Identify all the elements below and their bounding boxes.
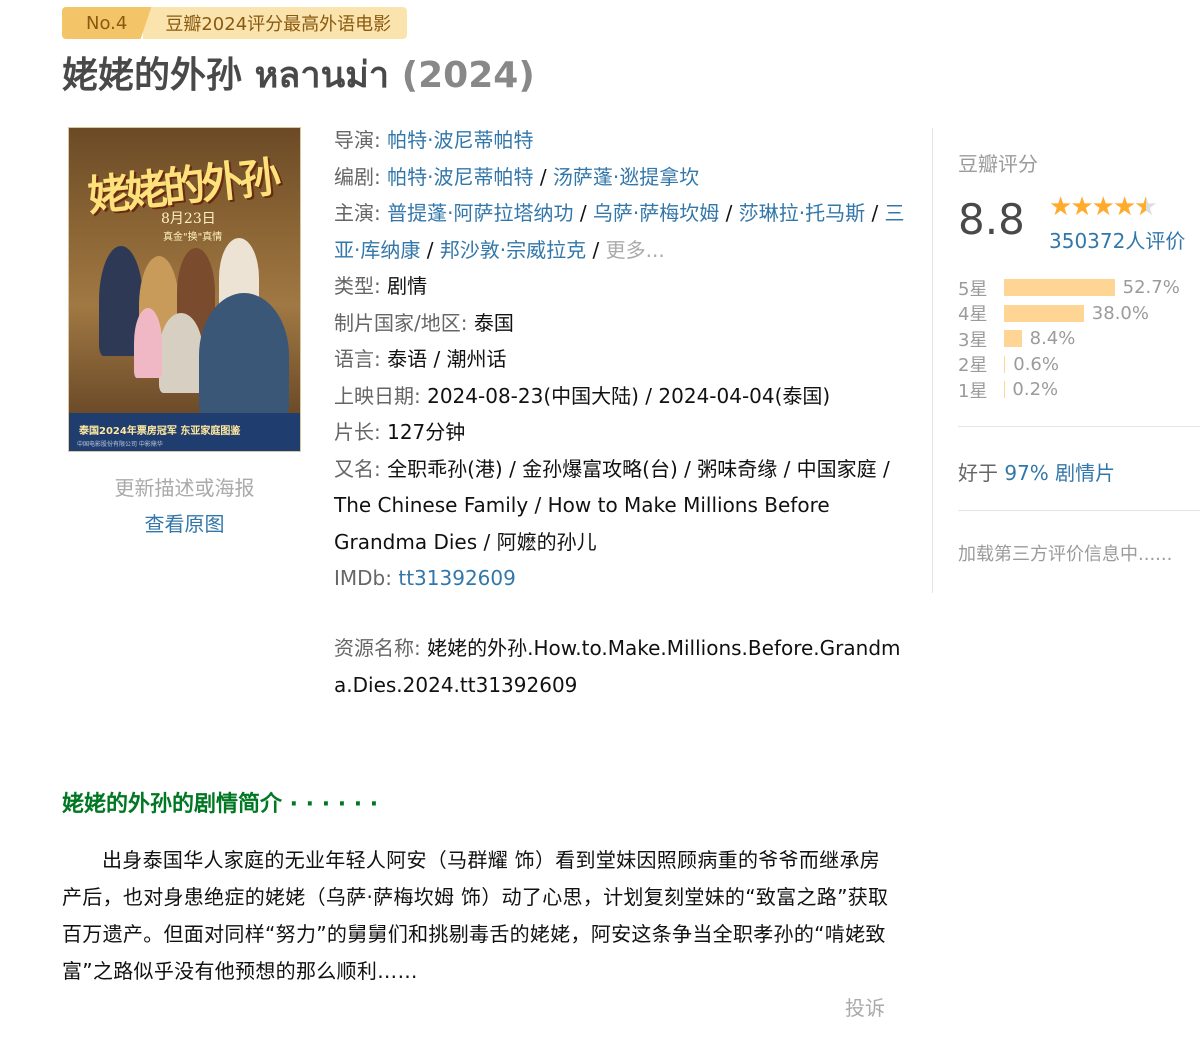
star-icon: ★ — [1070, 192, 1093, 222]
aka-value: 全职乖孙(港) / 金孙爆富攻略(台) / 粥味奇缘 / 中国家庭 / The … — [334, 456, 890, 554]
cast-link[interactable]: 邦沙敦·宗威拉克 — [440, 238, 586, 262]
rating-label: 豆瓣评分 — [958, 152, 1038, 176]
title-year: (2024) — [401, 55, 535, 96]
info-aka: 又名: 全职乖孙(港) / 金孙爆富攻略(台) / 粥味奇缘 / 中国家庭 / … — [334, 451, 909, 561]
genre-value: 剧情 — [387, 274, 428, 298]
cast-link[interactable]: 乌萨·萨梅坎姆 — [593, 201, 719, 225]
half-star-icon: ★ — [1134, 192, 1157, 222]
better-than: 好于 97% 剧情片 — [958, 457, 1115, 486]
view-original-link[interactable]: 查看原图 — [68, 506, 301, 542]
cast-link[interactable]: 莎琳拉·托马斯 — [739, 201, 865, 225]
rating-bar-row: 5星 52.7% — [958, 275, 1198, 301]
rating-bar-percent: 8.4% — [1029, 328, 1076, 350]
language-value: 泰语 / 潮州话 — [387, 347, 507, 371]
title-original: หลานม่า — [254, 55, 390, 96]
movie-info: 导演: 帕特·波尼蒂帕特 编剧: 帕特·波尼蒂帕特 / 汤萨蓬·逖提拿坎 主演:… — [334, 122, 909, 597]
runtime-value: 127分钟 — [387, 420, 466, 444]
movie-poster[interactable]: 姥姥的外孙 8月23日 真金"换"真情 泰国2024年票房冠军 东亚家庭图鉴 中… — [68, 127, 301, 452]
rating-bar-label: 2星 — [958, 355, 988, 377]
info-cast: 主演: 普提蓬·阿萨拉塔纳功 / 乌萨·萨梅坎姆 / 莎琳拉·托马斯 / 三亚·… — [334, 201, 905, 262]
release-label: 上映日期: — [334, 383, 421, 408]
poster-tagline: 真金"换"真情 — [163, 232, 223, 243]
rating-bar-row: 4星 38.0% — [958, 301, 1198, 327]
rating-bar-row: 1星 0.2% — [958, 377, 1198, 403]
info-imdb: IMDb: tt31392609 — [334, 560, 909, 597]
director-label: 导演: — [334, 128, 381, 152]
update-poster-link[interactable]: 更新描述或海报 — [68, 470, 301, 506]
imdb-label: IMDb: — [334, 566, 392, 590]
language-label: 语言: — [334, 347, 381, 371]
rating-bar — [1004, 355, 1006, 373]
better-than-link[interactable]: 97% 剧情片 — [1004, 461, 1115, 485]
genre-label: 类型: — [334, 274, 381, 298]
info-country: 制片国家/地区: 泰国 — [334, 305, 909, 342]
resource-name: 资源名称: 姥姥的外孙.How.to.Make.Millions.Before.… — [334, 630, 909, 703]
synopsis-body: 出身泰国华人家庭的无业年轻人阿安（马群耀 饰）看到堂妹因照顾病重的爷爷而继承房产… — [62, 848, 889, 983]
rating-bar-percent: 0.6% — [1013, 353, 1059, 375]
rating-bar-percent: 38.0% — [1091, 302, 1149, 324]
star-icon: ★ — [1112, 192, 1136, 222]
badge-rank: No.4 — [62, 7, 152, 39]
rating-bar-percent: 0.2% — [1012, 379, 1059, 401]
poster-figure — [159, 313, 203, 393]
rating-score: 8.8 — [958, 195, 1025, 244]
synopsis-title: 姥姥的外孙的剧情简介 · · · · · · — [62, 792, 379, 817]
rating-bar-label: 1星 — [958, 380, 988, 402]
poster-slogan: 泰国2024年票房冠军 东亚家庭图鉴 — [79, 426, 241, 437]
sidebar-divider — [932, 128, 933, 593]
title-chinese: 姥姥的外孙 — [62, 55, 243, 96]
info-release: 上映日期: 2024-08-23(中国大陆) / 2024-04-04(泰国) — [334, 378, 909, 415]
info-runtime: 片长: 127分钟 — [334, 414, 909, 451]
cast-label: 主演: — [334, 201, 381, 225]
rating-bar-row: 3星 8.4% — [958, 326, 1198, 352]
writer-link[interactable]: 汤萨蓬·逖提拿坎 — [553, 165, 699, 189]
rating-bar — [1004, 304, 1084, 322]
poster-credits: 中国电影股份有限公司 中影鼎华 — [77, 441, 163, 448]
badge-title: 豆瓣2024评分最高外语电影 — [143, 7, 408, 39]
rating-bar-percent: 52.7% — [1122, 277, 1180, 299]
info-genre: 类型: 剧情 — [334, 268, 909, 305]
poster-date: 8月23日 — [161, 211, 216, 227]
info-writers: 编剧: 帕特·波尼蒂帕特 / 汤萨蓬·逖提拿坎 — [334, 164, 700, 189]
divider — [958, 510, 1200, 511]
runtime-label: 片长: — [334, 420, 381, 444]
poster-figure — [134, 308, 162, 378]
release-value: 2024-08-23(中国大陆) / 2024-04-04(泰国) — [427, 383, 831, 408]
rating-bar-label: 5星 — [958, 278, 988, 300]
director-link[interactable]: 帕特·波尼蒂帕特 — [387, 128, 533, 152]
resource-label: 资源名称: — [334, 636, 421, 660]
rating-stars: ★★★★★ — [1049, 192, 1158, 222]
rating-bar — [1004, 279, 1115, 297]
cast-link[interactable]: 普提蓬·阿萨拉塔纳功 — [387, 201, 573, 225]
ranking-badge[interactable]: No.4 豆瓣2024评分最高外语电影 — [62, 7, 408, 39]
star-icon: ★ — [1091, 192, 1115, 222]
cast-more-link[interactable]: 更多... — [606, 238, 665, 262]
page-title: 姥姥的外孙 หลานม่า (2024) — [62, 46, 535, 103]
better-prefix: 好于 — [958, 461, 998, 485]
country-label: 制片国家/地区: — [334, 310, 468, 335]
rating-bar-row: 2星 0.6% — [958, 352, 1198, 378]
imdb-link[interactable]: tt31392609 — [398, 566, 515, 590]
poster-figure — [199, 293, 289, 418]
info-directors: 导演: 帕特·波尼蒂帕特 — [334, 122, 909, 159]
info-language: 语言: 泰语 / 潮州话 — [334, 341, 909, 378]
rating-bar — [1004, 330, 1022, 348]
aka-label: 又名: — [334, 456, 381, 481]
third-party-rating: 加载第三方评价信息中...... — [958, 544, 1173, 565]
report-link[interactable]: 投诉 — [845, 992, 885, 1021]
writer-link[interactable]: 帕特·波尼蒂帕特 — [387, 165, 533, 189]
divider — [958, 426, 1200, 427]
writer-label: 编剧: — [334, 164, 381, 189]
poster-links: 更新描述或海报 查看原图 — [68, 470, 301, 542]
rating-bar-label: 3星 — [958, 329, 988, 351]
star-icon: ★ — [1049, 192, 1072, 222]
votes-link[interactable]: 350372人评价 — [1049, 225, 1185, 254]
country-value: 泰国 — [473, 310, 514, 335]
rating-distribution: 5星 52.7% 4星 38.0% 3星 8.4% 2星 0.6% 1星 0.2% — [958, 275, 1198, 403]
rating-bar-label: 4星 — [958, 304, 988, 326]
